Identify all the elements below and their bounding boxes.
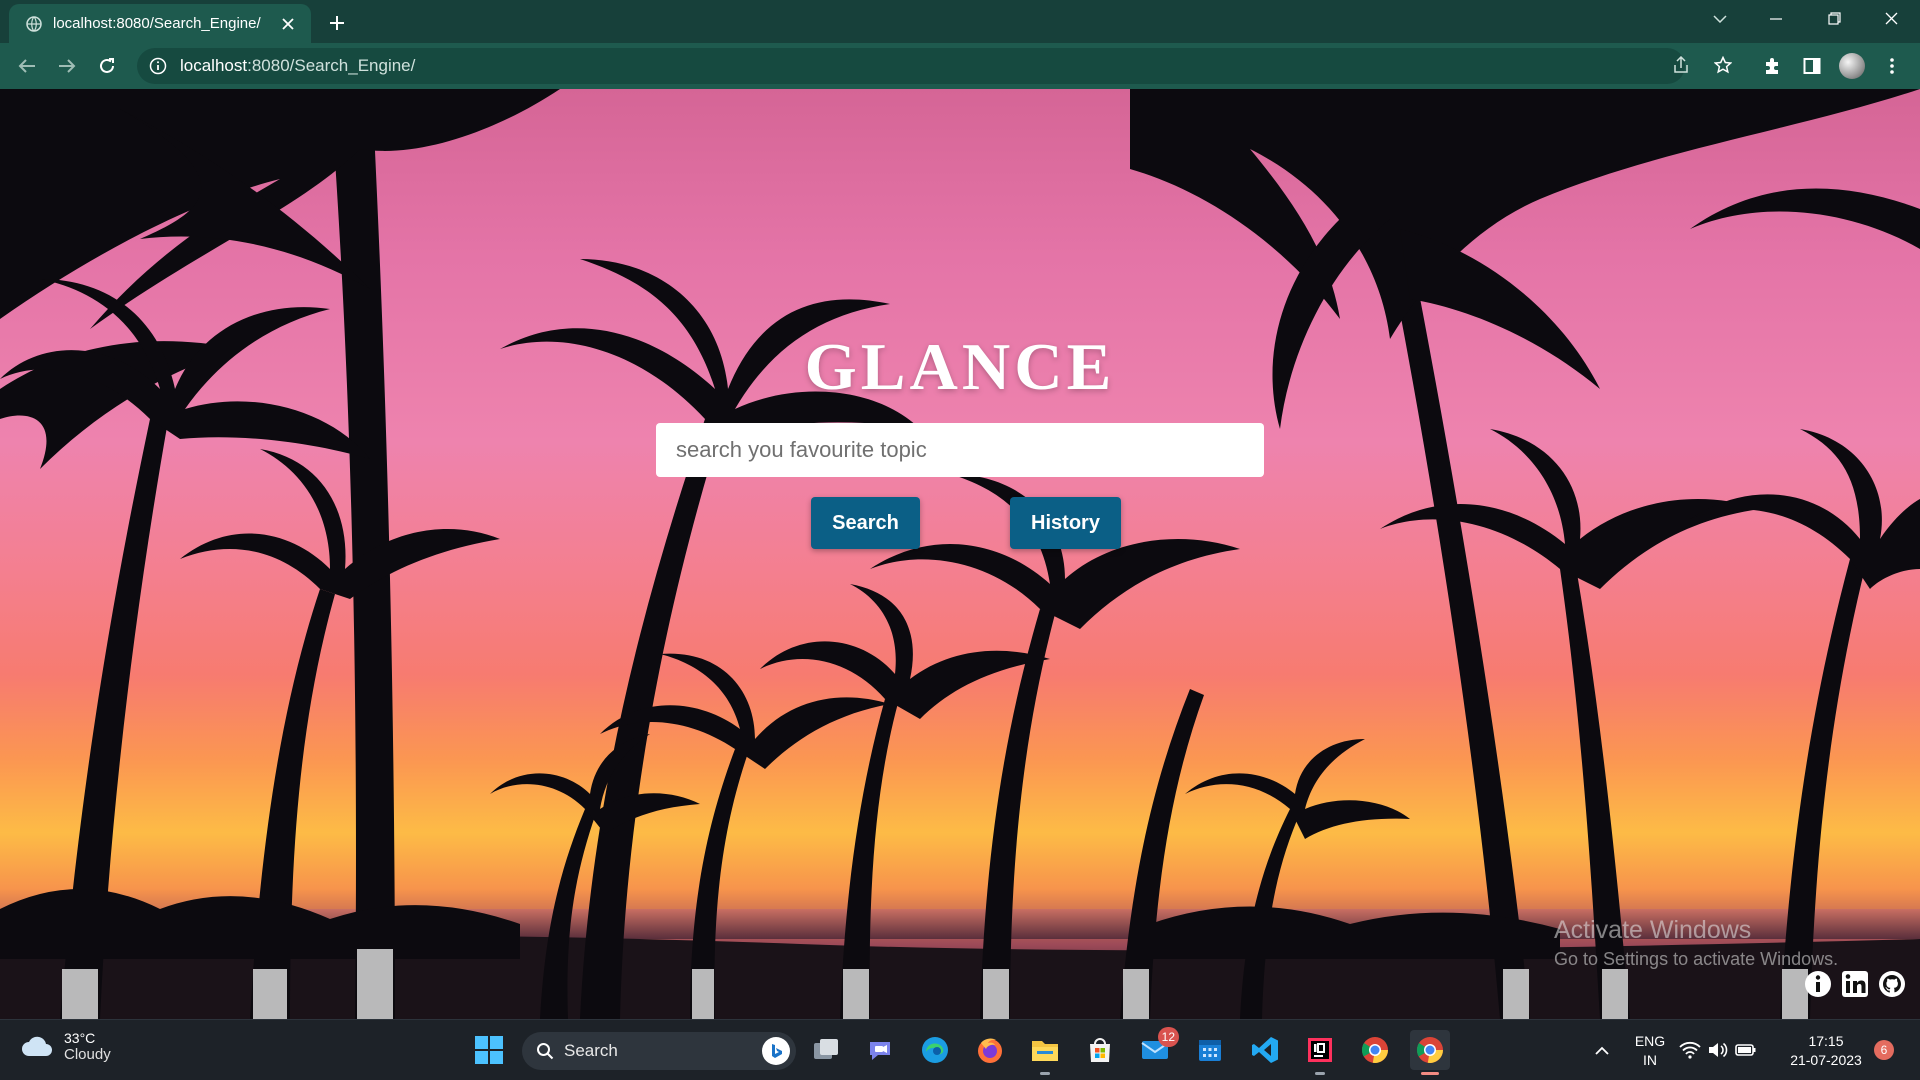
task-view-icon[interactable] [806,1030,846,1070]
watermark-title: Activate Windows [1554,916,1752,944]
close-window-icon[interactable] [1863,0,1919,37]
clock-time: 17:15 [1808,1033,1844,1049]
running-indicator [1315,1072,1325,1075]
search-icon [537,1043,554,1060]
share-icon[interactable] [1667,51,1695,79]
browser-tab[interactable]: localhost:8080/Search_Engine/ [9,4,311,43]
active-indicator [1421,1072,1439,1075]
chrome-icon[interactable] [1355,1030,1395,1070]
notification-badge[interactable]: 6 [1874,1040,1894,1060]
cloud-icon [22,1036,52,1056]
region-code: IN [1643,1052,1657,1068]
info-icon[interactable] [1803,969,1833,999]
browser-toolbar: localhost:8080/Search_Engine/ [0,43,1920,89]
activate-windows-watermark: Activate Windows Go to Settings to activ… [1554,916,1838,970]
tab-search-chevron-icon[interactable] [1692,0,1748,37]
mail-badge: 12 [1157,1027,1179,1047]
calendar-icon[interactable] [1190,1030,1230,1070]
taskbar-search-label: Search [564,1041,618,1060]
menu-kebab-icon[interactable] [1878,52,1906,80]
windows-logo-icon [475,1036,503,1064]
site-info-icon[interactable] [149,57,167,75]
minimize-icon[interactable] [1748,0,1804,37]
intellij-idea-icon[interactable] [1300,1030,1340,1075]
palm-tree-silhouettes [0,89,1920,1019]
side-panel-icon[interactable] [1798,52,1826,80]
github-icon[interactable] [1877,969,1907,999]
url-path: :8080/Search_Engine/ [247,56,416,75]
hero-background: GLANCE Search History Activate Windows G… [0,89,1920,1019]
weather-temperature: 33°C [64,1030,96,1046]
weather-condition: Cloudy [64,1046,111,1063]
volume-icon [1709,1042,1728,1058]
chrome-active-icon[interactable] [1410,1030,1450,1075]
extensions-icon[interactable] [1758,52,1786,80]
taskbar-search[interactable]: Search [522,1032,796,1070]
vscode-icon[interactable] [1245,1030,1285,1070]
start-button[interactable] [469,1030,509,1070]
linkedin-icon[interactable] [1840,969,1870,999]
profile-avatar[interactable] [1839,53,1865,79]
language-code: ENG [1634,1033,1666,1049]
bing-icon[interactable] [762,1037,790,1065]
teams-chat-icon[interactable] [860,1030,900,1070]
system-tray-quick-settings[interactable] [1678,1030,1758,1070]
forward-icon[interactable] [52,52,82,80]
search-input[interactable] [656,423,1264,477]
tab-title: localhost:8080/Search_Engine/ [53,15,261,32]
reload-icon[interactable] [92,52,122,80]
file-explorer-icon[interactable] [1025,1030,1065,1075]
windows-taskbar: 33°C Cloudy Search 12 ENG IN 17:15 21-07… [0,1019,1920,1080]
new-tab-icon[interactable] [323,9,351,37]
show-hidden-icons-chevron-icon[interactable] [1582,1030,1622,1070]
back-icon[interactable] [12,52,42,80]
url-host: localhost [180,56,248,75]
clock-date: 21-07-2023 [1790,1052,1862,1068]
globe-icon [26,15,42,32]
browser-tab-strip: localhost:8080/Search_Engine/ [0,0,1920,43]
watermark-subtitle: Go to Settings to activate Windows. [1554,949,1839,969]
wifi-icon [1679,1041,1701,1059]
clock[interactable]: 17:15 21-07-2023 [1782,1032,1870,1070]
running-indicator [1040,1072,1050,1075]
close-tab-icon[interactable] [277,13,299,35]
edge-browser-icon[interactable] [915,1030,955,1070]
address-bar[interactable]: localhost:8080/Search_Engine/ [137,48,1685,84]
history-button[interactable]: History [1010,497,1121,549]
language-indicator[interactable]: ENG IN [1630,1032,1670,1070]
bookmark-star-icon[interactable] [1709,51,1737,79]
brand-title: GLANCE [804,330,1116,404]
weather-widget[interactable]: 33°C Cloudy [20,1030,111,1063]
microsoft-store-icon[interactable] [1080,1030,1120,1070]
firefox-icon[interactable] [970,1030,1010,1070]
restore-icon[interactable] [1806,0,1862,37]
mail-icon[interactable]: 12 [1135,1027,1179,1070]
search-button[interactable]: Search [811,497,920,549]
battery-icon [1735,1044,1756,1056]
